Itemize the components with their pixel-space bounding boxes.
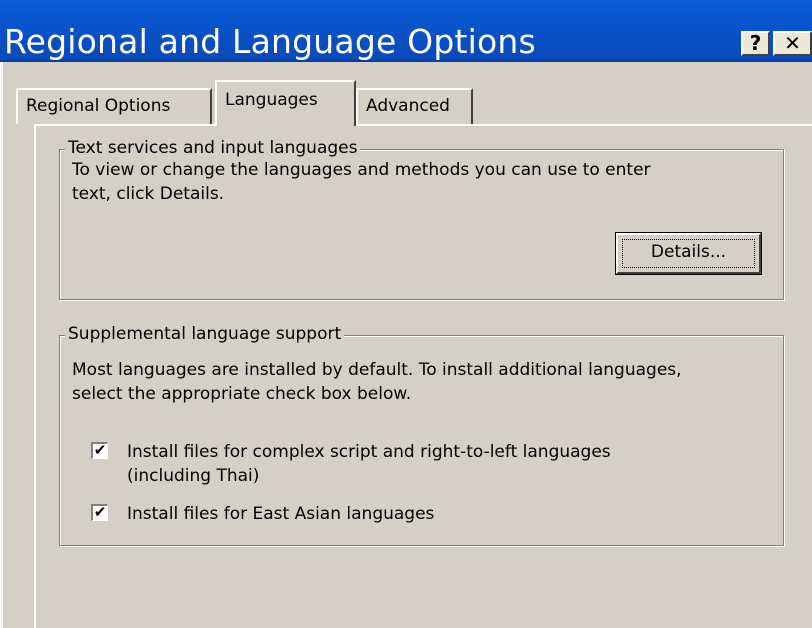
complex-script-label-line1: Install files for complex script and rig… xyxy=(127,442,611,462)
text-services-description-line2: text, click Details. xyxy=(72,184,225,204)
complex-script-label-line2: (including Thai) xyxy=(127,466,260,486)
title-bar[interactable]: Regional and Language Options ? ✕ xyxy=(0,0,812,62)
details-button-label: Details... xyxy=(650,242,727,262)
supplemental-legend: Supplemental language support xyxy=(65,324,345,344)
close-button[interactable]: ✕ xyxy=(773,31,812,56)
east-asian-checkbox-row[interactable]: ✔ Install files for East Asian languages xyxy=(91,502,751,526)
east-asian-label: Install files for East Asian languages xyxy=(127,504,435,524)
supplemental-description-line1: Most languages are installed by default.… xyxy=(72,360,682,380)
supplemental-language-group: Supplemental language support Most langu… xyxy=(59,324,784,546)
text-services-description: To view or change the languages and meth… xyxy=(72,158,651,206)
tab-languages[interactable]: Languages xyxy=(215,80,356,126)
text-services-legend: Text services and input languages xyxy=(65,138,361,158)
tab-regional-options[interactable]: Regional Options xyxy=(16,88,212,124)
complex-script-checkbox[interactable]: ✔ xyxy=(91,442,108,459)
complex-script-checkbox-row[interactable]: ✔ Install files for complex script and r… xyxy=(91,440,751,488)
tab-advanced[interactable]: Advanced xyxy=(356,88,473,124)
text-services-group: Text services and input languages To vie… xyxy=(59,138,784,300)
details-button[interactable]: Details... xyxy=(615,232,762,275)
help-button[interactable]: ? xyxy=(741,31,770,56)
supplemental-description-line2: select the appropriate check box below. xyxy=(72,384,412,404)
close-icon: ✕ xyxy=(784,31,801,55)
window-title: Regional and Language Options xyxy=(4,22,536,61)
text-services-description-line1: To view or change the languages and meth… xyxy=(72,160,651,180)
supplemental-description: Most languages are installed by default.… xyxy=(72,358,682,406)
complex-script-label: Install files for complex script and rig… xyxy=(127,440,611,488)
help-icon: ? xyxy=(749,31,762,55)
east-asian-checkbox[interactable]: ✔ xyxy=(91,504,108,521)
